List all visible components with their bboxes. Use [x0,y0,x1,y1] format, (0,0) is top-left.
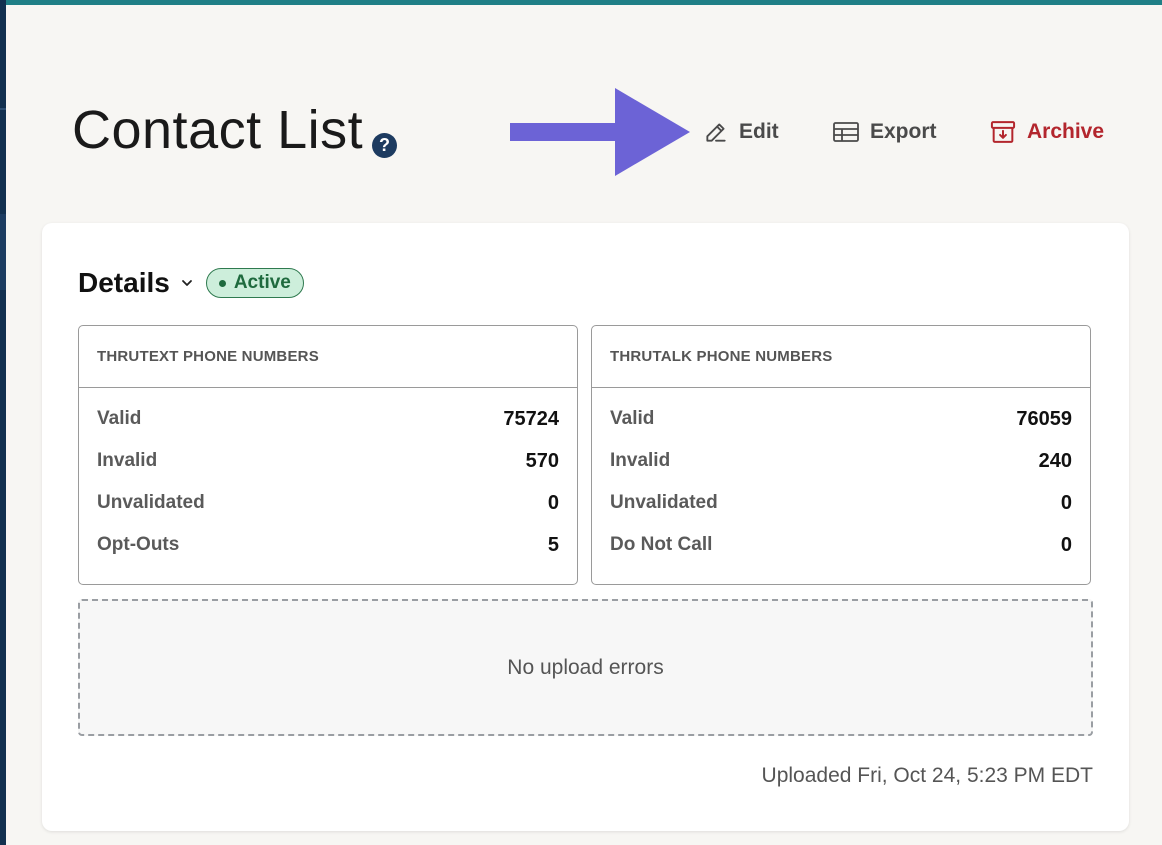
sidebar-divider [0,108,6,110]
question-circle-icon[interactable]: ? [372,133,397,158]
left-sidebar-edge [0,0,6,845]
stat-value: 0 [1060,491,1072,514]
stat-row-valid: Valid 75724 [97,398,559,440]
stat-value: 570 [525,449,559,472]
app-window: Contact List ? Edit Export Archive Detai… [0,0,1162,845]
stat-row-unvalidated: Unvalidated 0 [97,482,559,524]
stat-row-invalid: Invalid 570 [97,440,559,482]
stat-row-invalid: Invalid 240 [610,440,1072,482]
status-dot-icon [218,279,226,287]
stat-value: 76059 [1016,407,1072,430]
export-label: Export [870,120,937,143]
status-label: Active [233,272,291,293]
table-icon [832,120,860,144]
stat-label: Invalid [97,450,158,471]
stat-label: Invalid [610,450,671,471]
thrutalk-stats-panel: THRUTALK PHONE NUMBERS Valid 76059 Inval… [591,325,1091,585]
archive-box-icon [989,118,1017,146]
details-header: Details Active [78,267,304,299]
pencil-icon [703,119,729,145]
stat-row-do-not-call: Do Not Call 0 [610,524,1072,566]
top-accent-bar [0,0,1162,5]
chevron-down-icon[interactable] [180,275,194,293]
stat-label: Do Not Call [610,534,713,555]
stat-value: 0 [1060,533,1072,556]
thrutext-stats-panel: THRUTEXT PHONE NUMBERS Valid 75724 Inval… [78,325,578,585]
edit-label: Edit [739,120,779,143]
stat-label: Valid [610,408,655,429]
stat-value: 5 [547,533,559,556]
upload-errors-message: No upload errors [507,655,664,679]
stat-label: Valid [97,408,142,429]
archive-button[interactable]: Archive [989,114,1104,150]
stat-label: Unvalidated [97,492,205,513]
page-title: Contact List [72,100,364,160]
thrutalk-header: THRUTALK PHONE NUMBERS [592,326,1090,388]
annotation-arrow [510,88,690,176]
stat-value: 75724 [503,407,559,430]
status-badge: Active [205,268,304,298]
export-button[interactable]: Export [832,114,937,150]
stat-row-opt-outs: Opt-Outs 5 [97,524,559,566]
stat-label: Unvalidated [610,492,718,513]
sidebar-active-indicator [0,214,6,290]
stat-value: 0 [547,491,559,514]
stat-value: 240 [1038,449,1072,472]
details-card: Details Active THRUTEXT PHONE NUMBERS Va… [42,223,1129,831]
stat-row-valid: Valid 76059 [610,398,1072,440]
stat-row-unvalidated: Unvalidated 0 [610,482,1072,524]
archive-label: Archive [1027,120,1105,143]
uploaded-timestamp: Uploaded Fri, Oct 24, 5:23 PM EDT [761,764,1093,787]
stat-label: Opt-Outs [97,534,180,555]
thrutext-header: THRUTEXT PHONE NUMBERS [79,326,577,388]
details-title: Details [78,267,170,298]
edit-button[interactable]: Edit [703,114,779,150]
upload-errors-panel: No upload errors [78,599,1093,736]
